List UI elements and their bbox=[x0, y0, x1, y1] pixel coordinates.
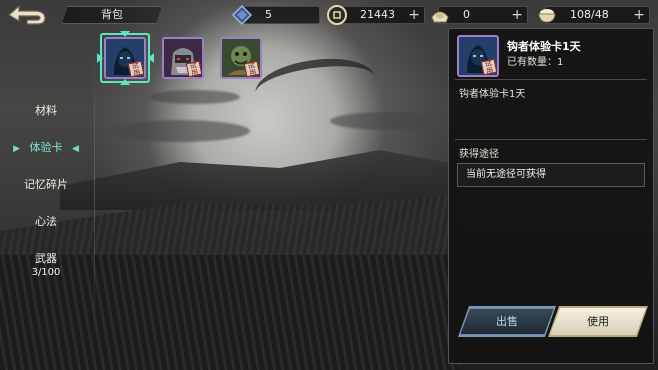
item-owned-count: 已有数量：1 bbox=[507, 57, 564, 68]
menu-item-label: 材料 bbox=[35, 104, 57, 117]
rice-bowl-icon bbox=[536, 3, 558, 27]
dragon-silhouette bbox=[252, 51, 378, 119]
trial-stamp: 试用 bbox=[480, 58, 497, 75]
menu-item-mind-skills[interactable]: 心法 bbox=[0, 215, 92, 229]
stamina-value: 108/48 bbox=[570, 8, 609, 21]
coin-icon bbox=[326, 3, 348, 27]
trial-stamp: 试用 bbox=[185, 60, 202, 77]
detail-item-icon: 试用 bbox=[457, 35, 499, 77]
source-heading: 获得途径 bbox=[459, 149, 499, 160]
coin-add-button[interactable]: + bbox=[408, 7, 420, 23]
inventory-card[interactable]: 试用 bbox=[104, 37, 146, 79]
selection-arrow-left-icon bbox=[97, 53, 103, 63]
trial-stamp: 试用 bbox=[127, 60, 144, 77]
coin-value: 21443 bbox=[360, 8, 395, 21]
back-arrow-icon bbox=[7, 4, 46, 25]
sell-button[interactable]: 出售 bbox=[460, 308, 554, 335]
cloud bbox=[110, 120, 250, 142]
use-button[interactable]: 使用 bbox=[550, 308, 646, 335]
item-title: 钩者体验卡1天 bbox=[507, 40, 581, 53]
back-button[interactable] bbox=[4, 2, 50, 28]
stamina-add-button[interactable]: + bbox=[633, 7, 645, 23]
selection-arrow-right-icon bbox=[148, 53, 154, 63]
ingot-value: 0 bbox=[463, 8, 470, 21]
menu-item-label: 心法 bbox=[35, 215, 57, 228]
active-arrow-right-icon: ◀ bbox=[72, 144, 79, 154]
resource-stamina: 108/48 + bbox=[538, 6, 650, 24]
weapon-count: 3/100 bbox=[31, 267, 61, 278]
menu-item-materials[interactable]: 材料 bbox=[0, 104, 92, 118]
divider bbox=[455, 79, 647, 80]
item-description: 钩者体验卡1天 bbox=[459, 89, 526, 100]
trial-stamp: 试用 bbox=[243, 60, 260, 77]
ingot-add-button[interactable]: + bbox=[511, 7, 523, 23]
diamond-value: 5 bbox=[265, 8, 272, 21]
menu-item-trial-cards[interactable]: ▶ 体验卡 ◀ bbox=[0, 141, 92, 156]
menu-divider bbox=[94, 40, 95, 350]
cloud bbox=[330, 112, 450, 130]
active-arrow-left-icon: ▶ bbox=[13, 144, 20, 154]
resource-coin: 21443 + bbox=[327, 5, 425, 25]
diamond-icon bbox=[231, 3, 253, 27]
menu-item-memory-fragments[interactable]: 记忆碎片 bbox=[0, 178, 92, 192]
source-entry: 当前无途径可获得 bbox=[457, 163, 645, 187]
page-title: 背包 bbox=[62, 6, 162, 24]
inventory-card[interactable]: 试用 bbox=[220, 37, 262, 79]
resource-ingot: 0 + bbox=[431, 6, 528, 24]
selection-arrow-bottom-icon bbox=[120, 79, 130, 85]
cloud bbox=[150, 90, 240, 104]
resource-diamond: 5 bbox=[232, 5, 320, 25]
menu-item-label: 记忆碎片 bbox=[24, 178, 68, 191]
menu-item-label: 体验卡 bbox=[29, 141, 63, 154]
menu-item-weapons[interactable]: 武器 3/100 bbox=[0, 252, 92, 280]
menu-item-label: 武器 bbox=[35, 252, 57, 265]
inventory-card[interactable]: 试用 bbox=[162, 37, 204, 79]
divider bbox=[455, 139, 647, 140]
ingot-icon bbox=[429, 3, 451, 27]
